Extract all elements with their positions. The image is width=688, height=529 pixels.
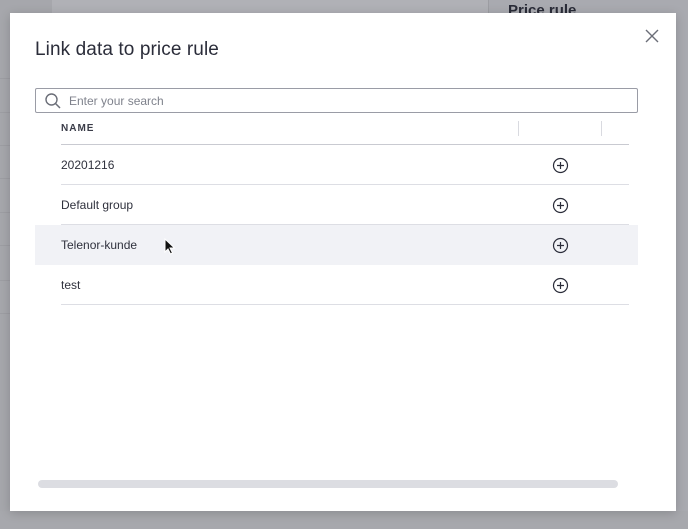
column-header-name[interactable]: NAME [61, 123, 94, 134]
link-data-modal: Link data to price rule NAME 20201216 [10, 13, 676, 511]
row-name: 20201216 [61, 158, 115, 172]
table-row[interactable]: 20201216 [35, 145, 638, 185]
add-circle-icon[interactable] [552, 237, 569, 254]
modal-title: Link data to price rule [35, 39, 219, 60]
add-circle-icon[interactable] [552, 197, 569, 214]
row-name: Telenor-kunde [61, 238, 138, 252]
row-divider [61, 304, 629, 305]
table-row[interactable]: test [35, 265, 638, 305]
row-name: Default group [61, 198, 134, 212]
add-circle-icon[interactable] [552, 157, 569, 174]
column-resize-handle[interactable] [601, 121, 602, 136]
row-name: test [61, 278, 81, 292]
close-icon [645, 29, 659, 43]
close-button[interactable] [643, 27, 661, 45]
table-row[interactable]: Telenor-kunde [35, 225, 638, 265]
horizontal-scrollbar[interactable] [38, 480, 618, 488]
search-field[interactable] [35, 88, 638, 113]
add-circle-icon[interactable] [552, 277, 569, 294]
table-row[interactable]: Default group [35, 185, 638, 225]
table-header: NAME [35, 115, 638, 145]
background-bottom-strip [0, 511, 688, 529]
column-resize-handle[interactable] [518, 121, 519, 136]
data-table: NAME 20201216 Default group Telenor-kund… [35, 115, 638, 305]
search-input[interactable] [69, 89, 629, 112]
search-icon [45, 93, 61, 109]
